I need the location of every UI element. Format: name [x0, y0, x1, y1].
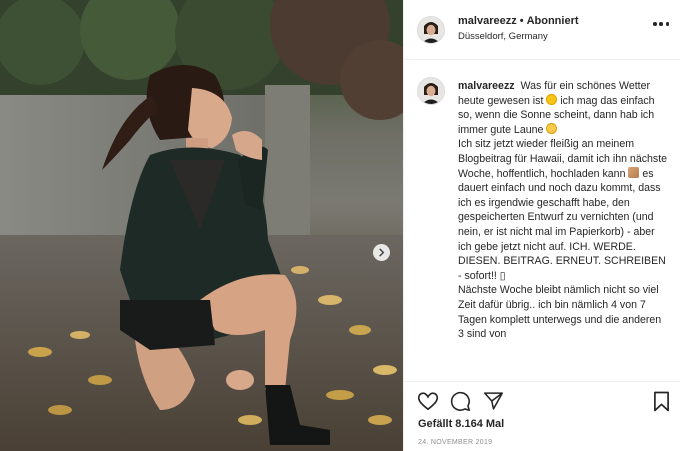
- post-side-panel: malvareezz • Abonniert Düsseldorf, Germany…: [403, 0, 680, 451]
- location-link[interactable]: Düsseldorf, Germany: [458, 31, 548, 42]
- caption-username[interactable]: malvareezz: [458, 80, 515, 92]
- caption-area: malvareezz Was für ein schönes Wetter he…: [404, 60, 680, 371]
- comment-icon[interactable]: [450, 391, 471, 412]
- header-username[interactable]: malvareezz: [458, 15, 517, 27]
- sun-emoji-icon: [546, 93, 558, 105]
- more-options-icon[interactable]: [653, 21, 669, 27]
- dot: [659, 22, 663, 26]
- caption-line-5: Nächste Woche bleibt nämlich nicht so vi…: [458, 284, 662, 341]
- caption-line-4: es dauert einfach und noch dazu kommt, d…: [458, 167, 666, 282]
- bookmark-icon[interactable]: [653, 391, 670, 412]
- smiling-face-emoji-icon: [546, 122, 558, 134]
- caption-avatar[interactable]: [417, 77, 445, 105]
- dot: [665, 22, 669, 26]
- chevron-right-icon: [379, 248, 385, 257]
- avatar[interactable]: [417, 16, 445, 44]
- avatar-image: [418, 78, 444, 104]
- post-header: malvareezz • Abonniert Düsseldorf, Germany: [404, 0, 680, 60]
- photo-scene: [0, 0, 403, 451]
- missing-glyph-icon: ▯: [499, 269, 506, 282]
- follow-status[interactable]: Abonniert: [527, 15, 579, 27]
- post-photo[interactable]: [0, 0, 403, 451]
- header-user-line: malvareezz • Abonniert: [458, 15, 579, 27]
- action-bar: [404, 381, 680, 412]
- avatar-image: [418, 17, 444, 43]
- paper-plane-icon[interactable]: [483, 391, 504, 411]
- dot: [653, 22, 657, 26]
- heart-icon[interactable]: [417, 391, 439, 411]
- header-separator: •: [519, 15, 524, 27]
- writing-hand-emoji-icon: [628, 166, 640, 178]
- carousel-next-button[interactable]: [373, 244, 390, 261]
- likes-count[interactable]: Gefällt 8.164 Mal: [418, 418, 504, 430]
- post-date[interactable]: 24. NOVEMBER 2019: [418, 439, 492, 446]
- post-caption: malvareezz Was für ein schönes Wetter he…: [458, 79, 668, 342]
